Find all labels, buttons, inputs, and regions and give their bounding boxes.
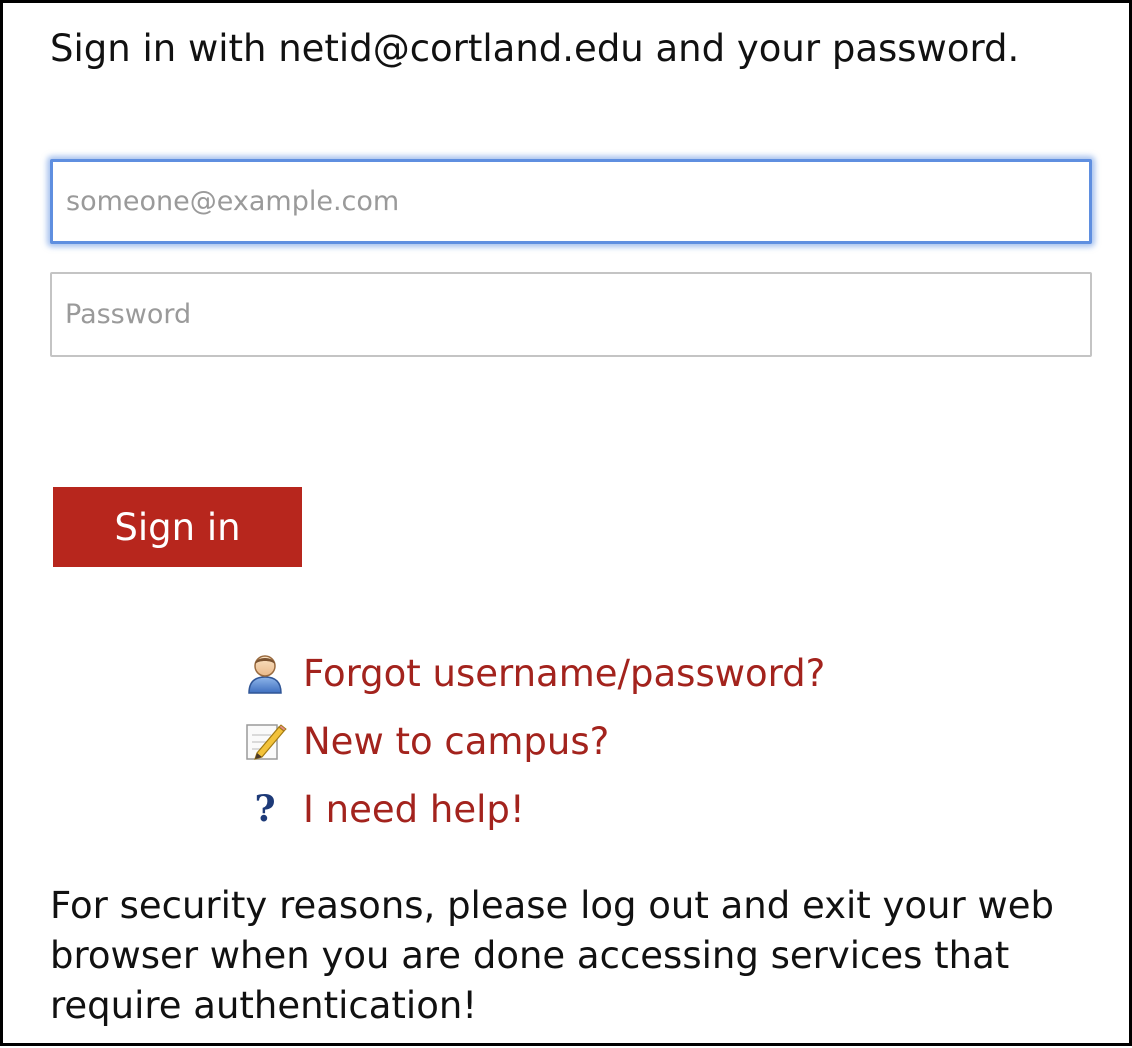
- new-to-campus-link[interactable]: New to campus?: [241, 707, 825, 775]
- forgot-credentials-link[interactable]: Forgot username/password?: [241, 639, 825, 707]
- need-help-link[interactable]: ? I need help!: [241, 775, 825, 843]
- edit-note-icon: [241, 717, 289, 765]
- help-links: Forgot username/password? New to campus?…: [241, 639, 825, 843]
- sign-in-instruction: Sign in with netid@cortland.edu and your…: [50, 27, 1020, 70]
- help-icon-glyph: ?: [254, 788, 276, 830]
- user-icon: [241, 649, 289, 697]
- help-icon: ?: [241, 785, 289, 833]
- new-to-campus-label: New to campus?: [303, 719, 610, 763]
- sign-in-panel: Sign in with netid@cortland.edu and your…: [0, 0, 1132, 1046]
- password-input[interactable]: [50, 272, 1092, 357]
- security-note: For security reasons, please log out and…: [50, 884, 1054, 1027]
- sign-in-button[interactable]: Sign in: [53, 487, 302, 567]
- need-help-label: I need help!: [303, 787, 525, 831]
- email-input[interactable]: [50, 159, 1092, 244]
- forgot-credentials-label: Forgot username/password?: [303, 651, 826, 695]
